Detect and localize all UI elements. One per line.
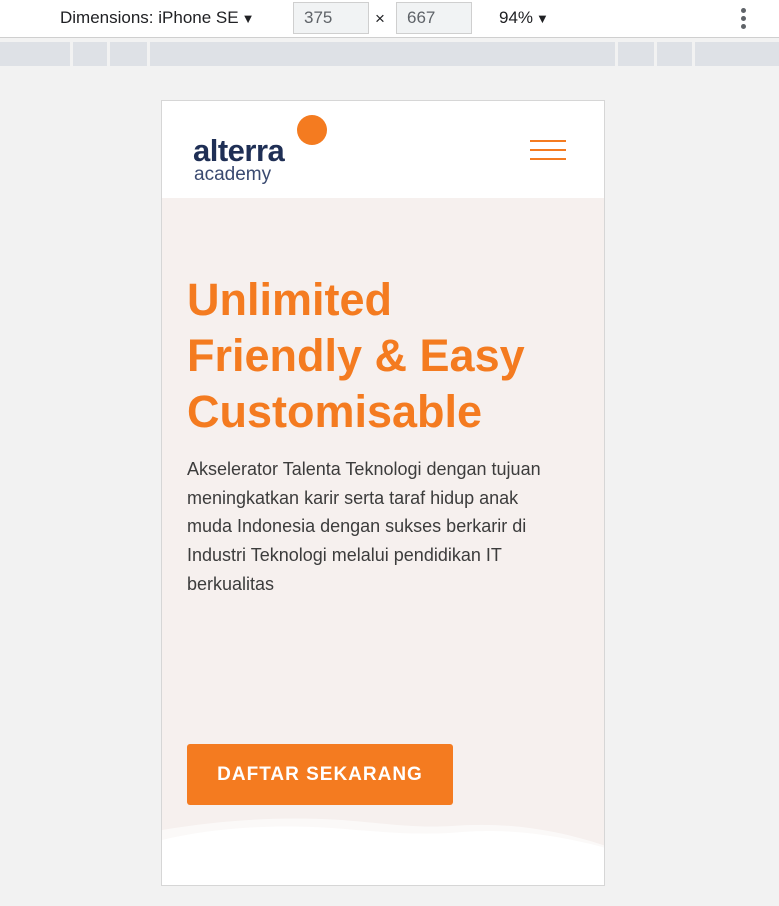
register-now-button[interactable]: DAFTAR SEKARANG <box>187 744 453 805</box>
hero-description-line: muda Indonesia dengan sukses berkarir di <box>187 516 527 537</box>
more-vertical-icon[interactable] <box>737 4 751 32</box>
width-input[interactable] <box>293 2 369 34</box>
logo-subtitle: academy <box>194 164 272 185</box>
hero-description-line: berkualitas <box>187 573 275 594</box>
alterra-academy-logo[interactable]: alterra academy <box>193 113 328 188</box>
hero-title: Unlimited Friendly & Easy Customisable <box>187 272 587 440</box>
hero-title-line: Friendly & Easy <box>187 330 525 381</box>
device-toolbar: Dimensions: iPhone SE▼ × 94%▼ <box>0 0 779 38</box>
height-input[interactable] <box>396 2 472 34</box>
device-viewport: alterra academy Unlimited Friendly & Eas… <box>161 100 605 886</box>
caret-down-icon: ▼ <box>536 11 549 26</box>
dimension-separator: × <box>375 9 385 28</box>
caret-down-icon: ▼ <box>241 11 255 26</box>
media-query-bar[interactable] <box>0 42 779 66</box>
zoom-label: 94% <box>499 8 534 27</box>
hero-description-line: Industri Teknologi melalui pendidikan IT <box>187 545 502 566</box>
hero-description-line: Akselerator Talenta Teknologi dengan tuj… <box>187 459 541 479</box>
device-selector[interactable]: Dimensions: iPhone SE ▼ <box>60 8 254 28</box>
hamburger-menu-icon[interactable] <box>530 140 566 162</box>
wave-divider <box>162 818 604 885</box>
hero-title-line: Customisable <box>187 386 483 437</box>
hero-description-line: meningkatkan karir serta taraf hidup ana… <box>187 487 519 508</box>
site-header: alterra academy <box>162 101 604 198</box>
hero-description: Akselerator Talenta Teknologi dengan tuj… <box>187 455 587 599</box>
hero-title-line: Unlimited <box>187 274 393 325</box>
zoom-selector[interactable]: 94% ▼ <box>499 8 549 28</box>
device-selector-label: Dimensions: iPhone SE <box>60 8 239 27</box>
logo-orange-dot <box>297 115 327 145</box>
hero-section: Unlimited Friendly & Easy Customisable A… <box>162 198 604 885</box>
